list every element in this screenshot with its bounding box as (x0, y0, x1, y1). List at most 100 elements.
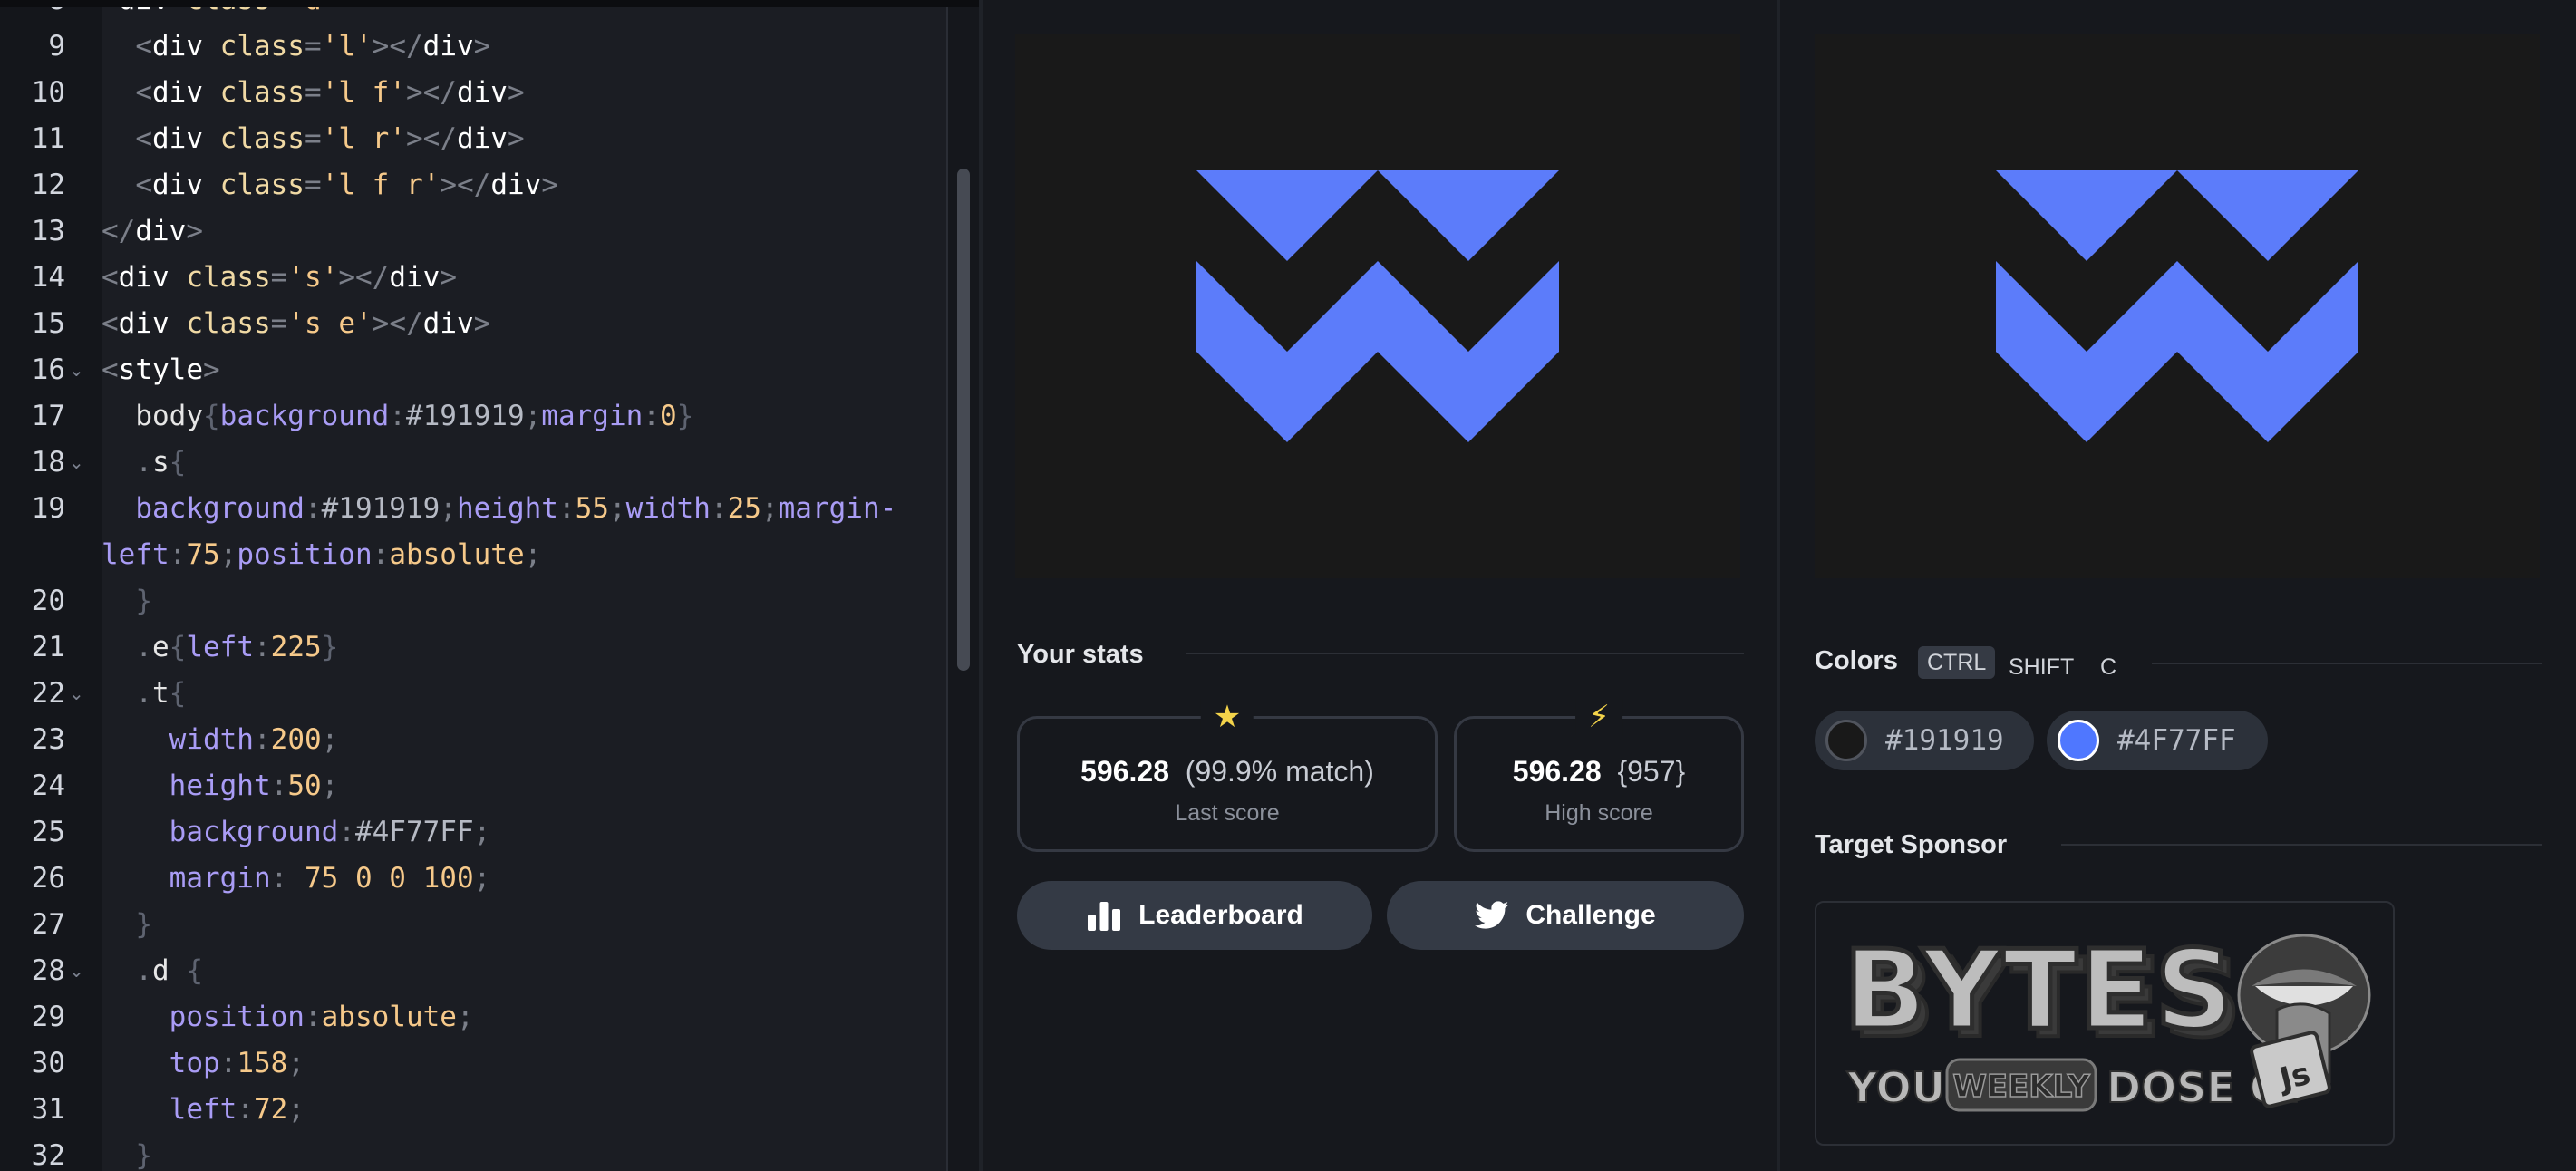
code-line[interactable]: <div class='s e'></div> (102, 301, 490, 347)
code-line[interactable]: } (102, 902, 152, 948)
code-token: s (152, 446, 169, 479)
code-token: left (169, 1093, 237, 1126)
code-token: > (541, 169, 558, 201)
code-token: : (254, 631, 271, 663)
stats-rule (1186, 653, 1744, 654)
code-token: < (135, 169, 152, 201)
target-panel: Colors CTRL SHIFT C #191919 #4F77FF Targ… (1780, 0, 2576, 1171)
line-number: 23 (31, 723, 65, 756)
code-token: ; (440, 492, 457, 525)
target-preview[interactable] (1815, 34, 2540, 578)
code-token: : (237, 1093, 254, 1126)
code-line[interactable]: <div class='l f r'></div> (102, 162, 558, 208)
code-line[interactable]: .s{ (102, 440, 186, 486)
code-token: div (152, 30, 220, 63)
code-line[interactable]: <style> (102, 347, 220, 393)
fold-chevron-icon[interactable]: ⌄ (69, 671, 84, 717)
last-score-number: 596.28 (1080, 755, 1169, 788)
code-line[interactable]: left:75;position:absolute; (102, 532, 541, 578)
last-score-card: ★ 596.28 (99.9% match) Last score (1017, 699, 1438, 852)
leaderboard-label: Leaderboard (1138, 900, 1303, 930)
code-token: : (304, 492, 322, 525)
code-line[interactable]: .d { (102, 948, 203, 994)
code-line[interactable]: top:158; (102, 1040, 305, 1087)
high-score-count: {957} (1617, 755, 1686, 788)
editor-scrollbar-thumb[interactable] (957, 169, 970, 671)
ctrl-key: CTRL (1918, 646, 1996, 679)
code-token: div (422, 30, 474, 63)
sponsor-banner[interactable]: BYTES BYTES YOUR WEEKLY DOSE OF Js (1815, 901, 2395, 1146)
code-token: position (169, 1001, 305, 1033)
line-number: 22 (31, 677, 65, 710)
code-line[interactable]: body{background:#191919;margin:0} (102, 393, 693, 440)
code-line[interactable]: </div> (102, 208, 203, 255)
last-score-label: Last score (1175, 800, 1280, 826)
code-line[interactable]: position:absolute; (102, 994, 474, 1040)
high-score-label: High score (1545, 800, 1653, 826)
leaderboard-button[interactable]: Leaderboard (1017, 881, 1372, 950)
line-number: 15 (31, 307, 65, 340)
code-token: class (186, 307, 271, 340)
code-token: > (507, 76, 525, 109)
code-line[interactable]: height:50; (102, 763, 339, 809)
code-editor[interactable]: 8⌄910111213141516⌄1718⌄19202122⌄23242526… (0, 0, 979, 1171)
fold-chevron-icon[interactable]: ⌄ (69, 440, 84, 486)
color-hex-bg: #191919 (1885, 724, 2004, 757)
code-line[interactable]: background:#191919;height:55;width:25;ma… (102, 486, 896, 532)
code-line[interactable]: margin: 75 0 0 100; (102, 856, 491, 902)
code-token: div (118, 307, 187, 340)
code-token: ></ (405, 76, 457, 109)
code-token: : (643, 400, 660, 432)
color-hex-blue: #4F77FF (2117, 724, 2236, 757)
code-token: height (456, 492, 558, 525)
code-token: . (135, 631, 152, 663)
code-token: : (270, 862, 305, 895)
challenge-button[interactable]: Challenge (1387, 881, 1744, 950)
line-number: 14 (31, 261, 65, 294)
code-token: : (219, 1047, 237, 1079)
code-token: position (237, 538, 373, 571)
code-token: = (304, 30, 322, 63)
color-swatch-bg[interactable]: #191919 (1815, 711, 2034, 770)
code-token: 225 (270, 631, 322, 663)
code-token: > (440, 261, 457, 294)
fold-chevron-icon[interactable]: ⌄ (69, 347, 84, 393)
code-token: : (253, 723, 271, 756)
twitter-icon (1475, 901, 1509, 929)
code-line[interactable]: <div class='l'></div> (102, 24, 490, 70)
code-line[interactable]: } (102, 1133, 152, 1171)
code-token: { (202, 400, 220, 432)
code-token: . (135, 954, 152, 987)
code-line[interactable]: .t{ (102, 671, 186, 717)
code-line[interactable]: width:200; (102, 717, 339, 763)
line-number: 9 (48, 30, 65, 63)
code-token: width (625, 492, 711, 525)
code-token: } (135, 585, 152, 617)
code-line[interactable]: background:#4F77FF; (102, 809, 491, 856)
color-swatch-blue[interactable]: #4F77FF (2047, 711, 2268, 770)
code-token: left (186, 631, 254, 663)
code-line[interactable]: } (102, 578, 152, 624)
line-number: 32 (31, 1139, 65, 1171)
c-key: C (2100, 654, 2117, 680)
fold-chevron-icon[interactable]: ⌄ (69, 948, 84, 994)
code-line[interactable]: <div class='l r'></div> (102, 116, 524, 162)
code-line[interactable]: <div class='s'></div> (102, 255, 457, 301)
code-token: = (304, 122, 322, 155)
code-line[interactable]: .e{left:225} (102, 624, 338, 671)
code-line[interactable]: left:72; (102, 1087, 305, 1133)
output-preview[interactable] (1015, 34, 1740, 578)
code-token: 's' (287, 261, 339, 294)
code-token: ; (473, 816, 491, 848)
code-line[interactable]: <div class='l f'></div> (102, 70, 525, 116)
high-score-number: 596.28 (1512, 755, 1602, 788)
code-token: : (169, 538, 187, 571)
colors-rule (2152, 663, 2542, 664)
code-token: ; (287, 1093, 305, 1126)
target-shape-svg (1815, 34, 2540, 578)
